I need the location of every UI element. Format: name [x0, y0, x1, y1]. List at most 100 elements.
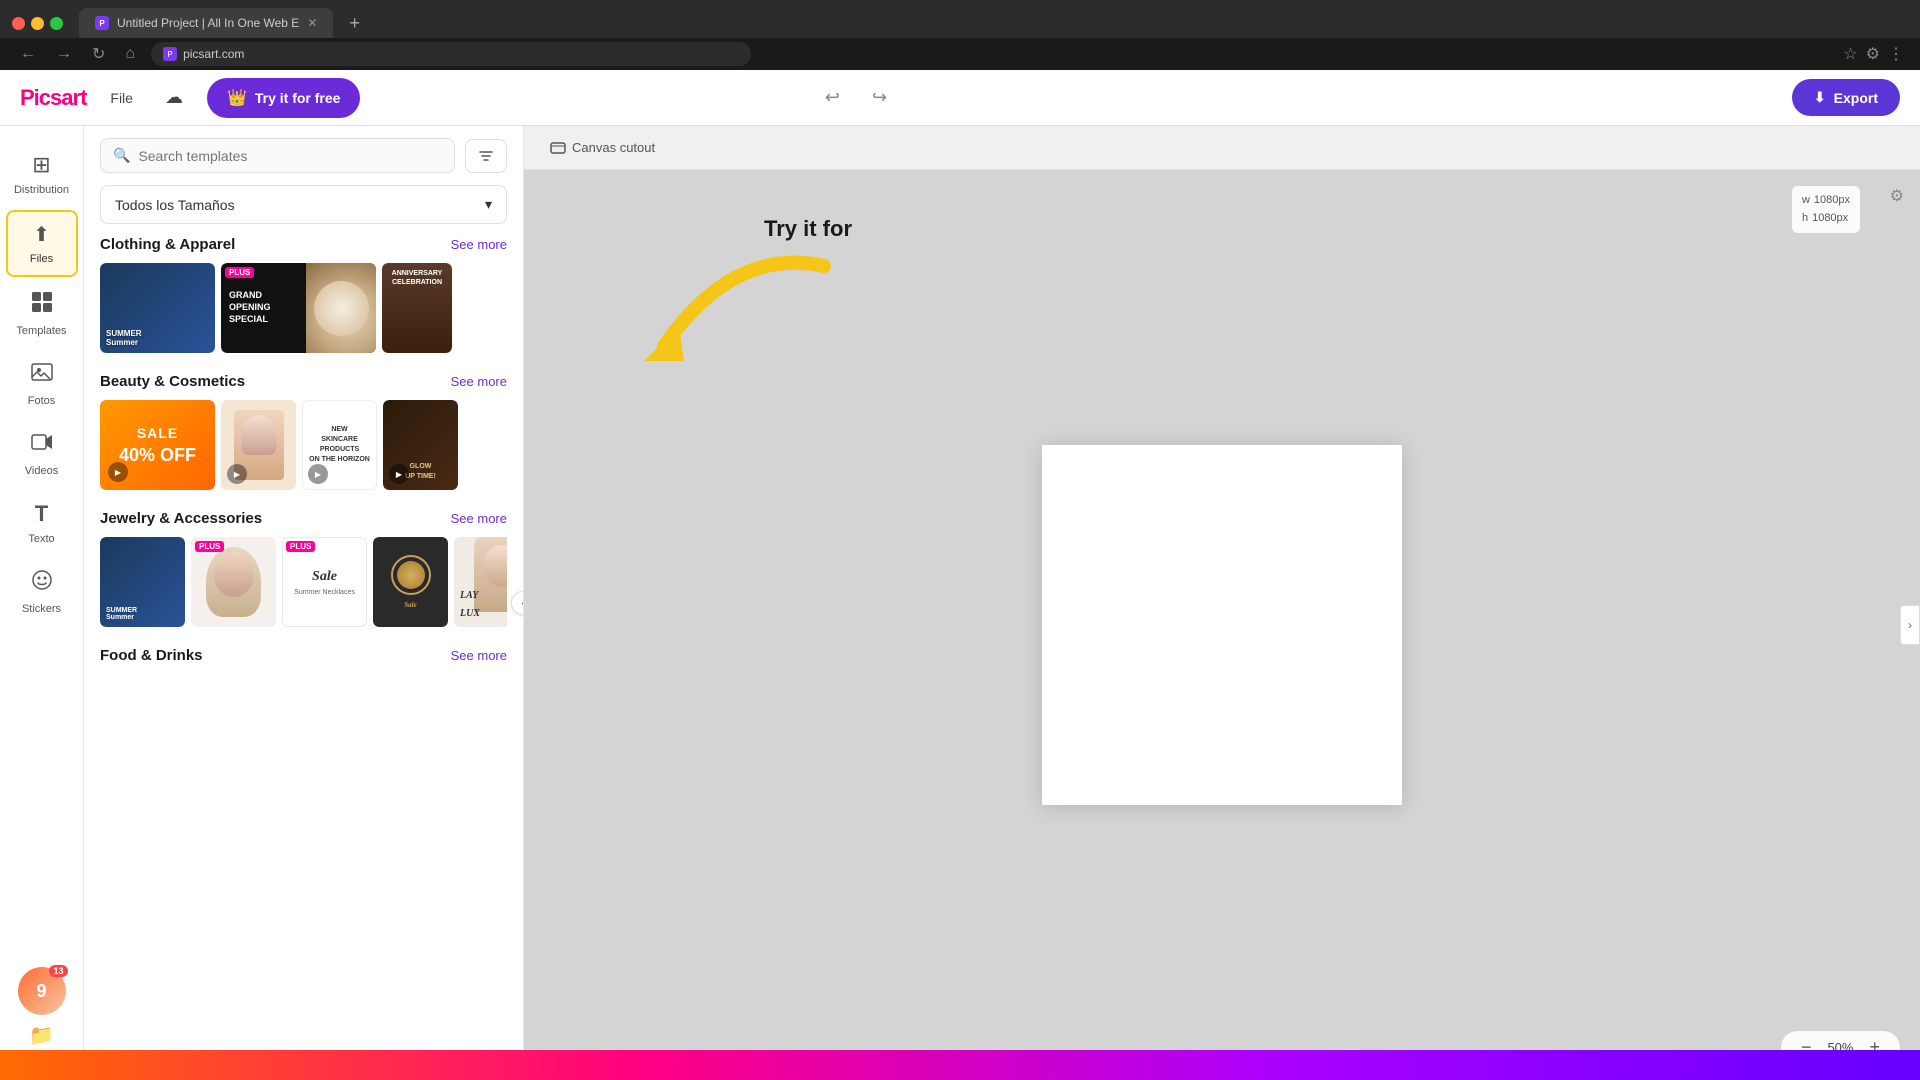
left-sidebar: ⊞ Distribution ⬆ Files Templates Fotos V…: [0, 126, 84, 1080]
plus-badge-jewelry3: PLUS: [286, 541, 315, 552]
category-header-food: Food & Drinks See more: [100, 647, 507, 664]
try-free-button[interactable]: 👑 Try it for free: [207, 78, 361, 118]
width-value: 1080px: [1814, 192, 1850, 210]
see-more-beauty[interactable]: See more: [451, 374, 507, 389]
back-button[interactable]: ←: [16, 45, 40, 63]
browser-tab[interactable]: P Untitled Project | All In One Web E ✕: [79, 8, 333, 38]
sidebar-item-files[interactable]: ⬆ Files: [6, 210, 78, 277]
tab-favicon: P: [95, 16, 109, 30]
right-panel-expand-button[interactable]: ›: [1900, 605, 1920, 645]
template-thumb-beauty-4[interactable]: GLOWUP TIME! ▶: [383, 400, 458, 490]
template-thumb-jewelry-1[interactable]: SUMMERSummer: [100, 537, 185, 627]
sidebar-item-videos[interactable]: Videos: [6, 421, 78, 487]
tab-title: Untitled Project | All In One Web E: [117, 16, 299, 30]
url-bar[interactable]: P picsart.com: [151, 42, 751, 66]
canvas-cutout-label: Canvas cutout: [572, 140, 655, 155]
template-thumb-beauty-1[interactable]: SALE 40% OFF ▶: [100, 400, 215, 490]
filter-button[interactable]: [465, 139, 507, 173]
plus-badge-jewelry2: PLUS: [195, 541, 224, 552]
url-text: picsart.com: [183, 47, 244, 61]
undo-button[interactable]: ↩: [817, 83, 848, 112]
content-scroll[interactable]: Clothing & Apparel See more SUMMERSummer…: [84, 236, 523, 1080]
sidebar-item-text[interactable]: T Texto: [6, 491, 78, 555]
template-thumb-beauty-3[interactable]: NEWSKINCARE PRODUCTSON THE HORIZON ▶: [302, 400, 377, 490]
template-thumb-jewelry-3[interactable]: Sale Summer Necklaces PLUS: [282, 537, 367, 627]
minimize-dot[interactable]: [31, 17, 44, 30]
folders-icon: 📁: [29, 1023, 54, 1048]
user-avatar[interactable]: 9 13: [18, 967, 66, 1015]
template-thumb-jewelry-2[interactable]: PLUS: [191, 537, 276, 627]
main-layout: ⊞ Distribution ⬆ Files Templates Fotos V…: [0, 126, 1920, 1080]
category-food: Food & Drinks See more: [100, 647, 507, 664]
sidebar-item-photos[interactable]: Fotos: [6, 351, 78, 417]
canvas-cutout-button[interactable]: Canvas cutout: [540, 134, 665, 162]
search-icon: 🔍: [113, 147, 130, 164]
new-tab-button[interactable]: +: [341, 13, 368, 34]
category-jewelry: Jewelry & Accessories See more SUMMERSum…: [100, 510, 507, 627]
download-icon: ⬇: [1814, 89, 1826, 106]
template-thumb-jewelry-4[interactable]: Sale: [373, 537, 448, 627]
notification-badge: 13: [49, 965, 67, 977]
search-box[interactable]: 🔍: [100, 138, 455, 173]
stickers-icon: [31, 569, 53, 597]
maximize-dot[interactable]: [50, 17, 63, 30]
height-value: 1080px: [1812, 210, 1848, 228]
category-title-beauty: Beauty & Cosmetics: [100, 373, 245, 390]
tab-close-icon[interactable]: ✕: [307, 16, 317, 30]
search-input[interactable]: [138, 148, 442, 164]
browser-nav-icons: ☆ ⚙ ⋮: [1843, 44, 1904, 64]
canvas-settings-icon[interactable]: ⚙: [1890, 186, 1904, 206]
search-area: 🔍: [84, 126, 523, 185]
templates-grid-clothing: SUMMERSummer GRANDOPENINGSPECIAL PLUS: [100, 263, 507, 353]
category-clothing: Clothing & Apparel See more SUMMERSummer…: [100, 236, 507, 353]
export-button[interactable]: ⬇ Export: [1792, 79, 1900, 116]
menu-icon[interactable]: ⋮: [1888, 44, 1904, 64]
width-label: w: [1802, 192, 1810, 210]
url-favicon: P: [163, 47, 177, 61]
extensions-icon[interactable]: ⚙: [1866, 44, 1880, 64]
canvas-main: w 1080px h 1080px ⚙ ›: [524, 170, 1920, 1080]
sidebar-item-templates[interactable]: Templates: [6, 281, 78, 347]
sidebar-label-photos: Fotos: [28, 395, 56, 407]
home-button[interactable]: ⌂: [121, 45, 139, 63]
sidebar-label-files: Files: [30, 253, 53, 265]
upload-button[interactable]: ☁: [157, 83, 191, 112]
forward-button[interactable]: →: [52, 45, 76, 63]
canvas-area: Canvas cutout w 1080px h 1080px ⚙ ›: [524, 126, 1920, 1080]
file-menu-button[interactable]: File: [102, 86, 141, 110]
category-header-clothing: Clothing & Apparel See more: [100, 236, 507, 253]
picsart-logo: Picsart: [20, 85, 86, 111]
canvas-toolbar: Canvas cutout: [524, 126, 1920, 170]
sidebar-item-distribution[interactable]: ⊞ Distribution: [6, 142, 78, 206]
text-icon: T: [35, 501, 48, 527]
see-more-jewelry[interactable]: See more: [451, 511, 507, 526]
template-thumb-clothing-3[interactable]: ANNIVERSARYCELEBRATION: [382, 263, 452, 353]
template-thumb-clothing-1[interactable]: SUMMERSummer: [100, 263, 215, 353]
templates-icon: [31, 291, 53, 319]
templates-grid-jewelry: SUMMERSummer PLUS Sale: [100, 537, 507, 627]
header-center-controls: ↩ ↪: [817, 83, 895, 112]
category-title-jewelry: Jewelry & Accessories: [100, 510, 262, 527]
refresh-button[interactable]: ↻: [88, 44, 109, 64]
templates-grid-beauty: SALE 40% OFF ▶: [100, 400, 507, 490]
size-dropdown[interactable]: Todos los Tamaños ▾: [100, 185, 507, 224]
category-beauty: Beauty & Cosmetics See more SALE 40% OFF…: [100, 373, 507, 490]
gradient-bottom-bar: [0, 1050, 1920, 1080]
redo-button[interactable]: ↪: [864, 83, 895, 112]
avatar-letter: 9: [36, 981, 46, 1002]
see-more-food[interactable]: See more: [451, 648, 507, 663]
canvas-white-board[interactable]: [1042, 445, 1402, 805]
sidebar-item-stickers[interactable]: Stickers: [6, 559, 78, 625]
files-icon: ⬆: [33, 222, 50, 247]
category-header-beauty: Beauty & Cosmetics See more: [100, 373, 507, 390]
template-thumb-jewelry-5[interactable]: LAYLUX: [454, 537, 507, 627]
close-dot[interactable]: [12, 17, 25, 30]
see-more-clothing[interactable]: See more: [451, 237, 507, 252]
template-thumb-clothing-2[interactable]: GRANDOPENINGSPECIAL PLUS: [221, 263, 376, 353]
export-label: Export: [1834, 90, 1878, 106]
star-icon[interactable]: ☆: [1843, 44, 1857, 64]
try-free-label: Try it for free: [255, 90, 341, 106]
chevron-down-icon: ▾: [485, 196, 492, 213]
app-header: Picsart File ☁ 👑 Try it for free ↩ ↪ ⬇ E…: [0, 70, 1920, 126]
template-thumb-beauty-2[interactable]: ▶: [221, 400, 296, 490]
